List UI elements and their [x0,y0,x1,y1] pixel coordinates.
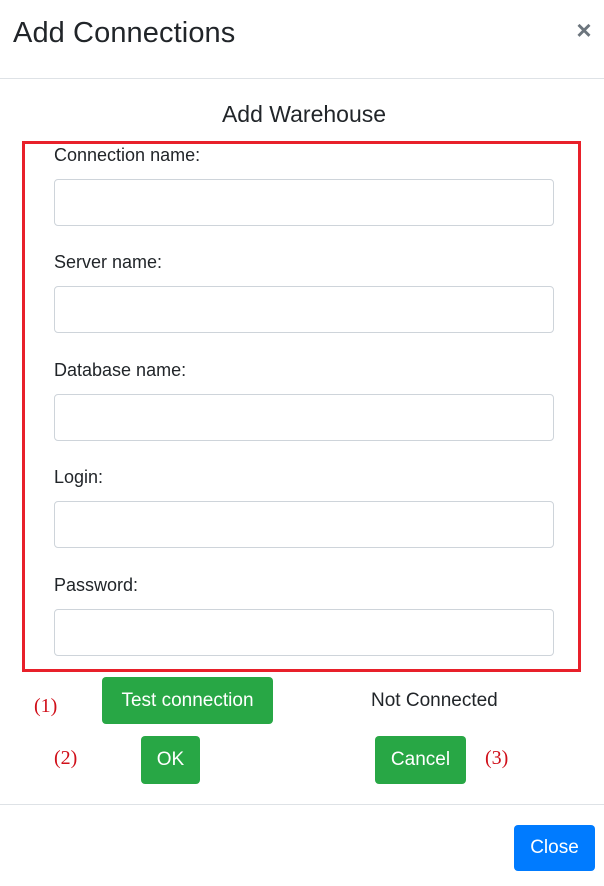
close-icon[interactable]: × [573,16,595,44]
database-name-input[interactable] [54,394,554,441]
database-name-label: Database name: [54,360,187,380]
connection-name-input[interactable] [54,179,554,226]
footer-divider [0,804,604,805]
login-input[interactable] [54,501,554,548]
annotation-marker-1: (1) [34,695,58,717]
password-input[interactable] [54,609,554,656]
modal-title: Add Connections [13,17,236,49]
annotation-marker-3: (3) [485,747,509,769]
cancel-button[interactable]: Cancel [375,736,466,784]
close-button[interactable]: Close [514,825,595,871]
connection-status: Not Connected [371,690,498,711]
connection-name-label: Connection name: [54,145,201,165]
server-name-input[interactable] [54,286,554,333]
password-label: Password: [54,575,139,595]
test-connection-button[interactable]: Test connection [102,677,273,724]
form-title: Add Warehouse [221,101,387,127]
login-label: Login: [54,467,104,487]
server-name-label: Server name: [54,252,163,272]
modal-header: Add Connections × [0,0,604,79]
ok-button[interactable]: OK [141,736,200,784]
annotation-marker-2: (2) [54,747,78,769]
